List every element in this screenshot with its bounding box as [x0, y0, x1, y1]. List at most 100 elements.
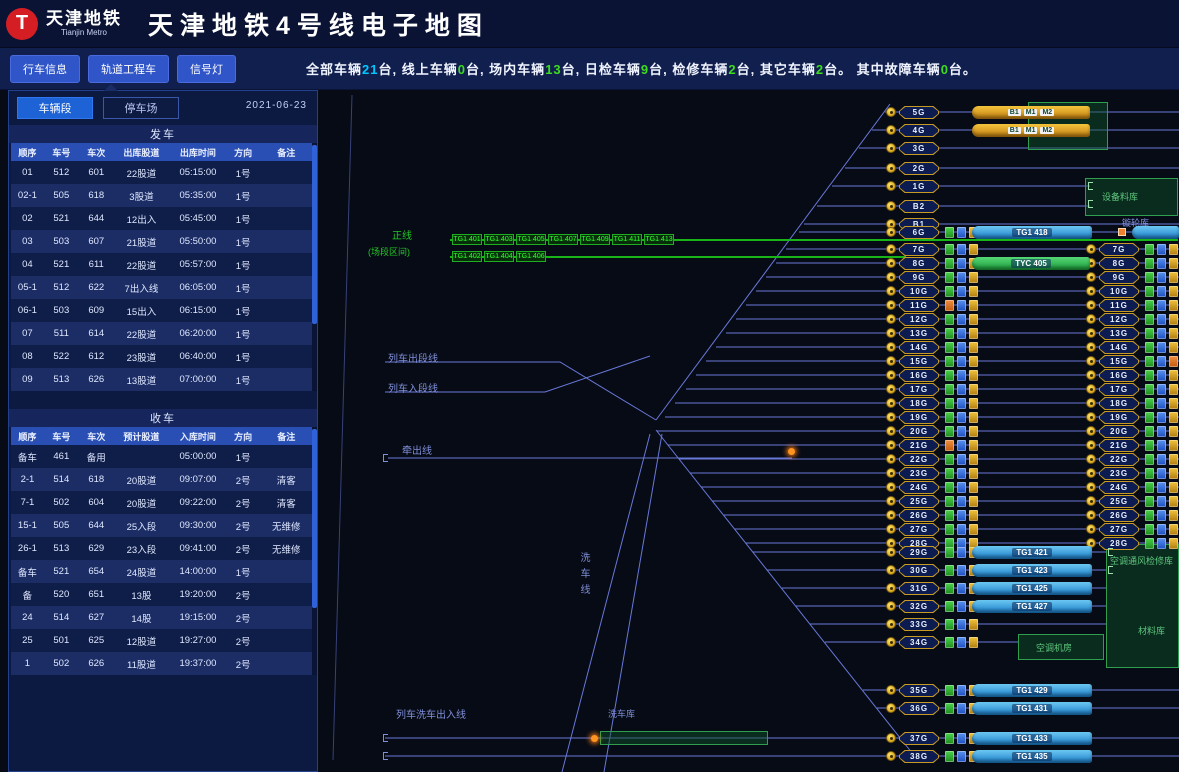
train[interactable]: TG1 429: [972, 684, 1092, 697]
track-badge[interactable]: 28G: [1099, 537, 1139, 550]
track-badge[interactable]: 37G: [899, 732, 939, 745]
train[interactable]: TG1 431: [972, 702, 1092, 715]
track-badge[interactable]: 33G: [899, 618, 939, 631]
table-row[interactable]: 0951362613股道07:00:001号: [11, 368, 313, 391]
track-badge[interactable]: 27G: [899, 523, 939, 536]
table-row[interactable]: 0350360721股道05:50:001号: [11, 230, 313, 253]
train[interactable]: TG1 425: [972, 582, 1092, 595]
track-badge[interactable]: 35G: [899, 684, 939, 697]
track-badge[interactable]: 38G: [899, 750, 939, 763]
track-badge[interactable]: 18G: [1099, 397, 1139, 410]
table-row[interactable]: 15-150564425入段09:30:002号无维修: [11, 514, 313, 537]
track-badge[interactable]: 22G: [1099, 453, 1139, 466]
table-row[interactable]: 0452161122股道05:57:001号: [11, 253, 313, 276]
track-badge[interactable]: 23G: [1099, 467, 1139, 480]
track-badge[interactable]: 11G: [899, 299, 939, 312]
train[interactable]: TG1 435: [972, 750, 1092, 763]
track-badge[interactable]: 12G: [1099, 313, 1139, 326]
table-row[interactable]: 备52065113股19:20:002号: [11, 583, 313, 606]
track-badge[interactable]: 10G: [899, 285, 939, 298]
track-badge[interactable]: 24G: [899, 481, 939, 494]
track-badge[interactable]: 32G: [899, 600, 939, 613]
train[interactable]: TG1 421: [972, 546, 1092, 559]
track-badge[interactable]: 8G: [899, 257, 939, 270]
track-badge[interactable]: 7G: [1099, 243, 1139, 256]
mainline-train-chip[interactable]: TG1 413: [644, 234, 674, 245]
track-badge[interactable]: 5G: [899, 106, 939, 119]
table-row[interactable]: 05-15126227出入线06:05:001号: [11, 276, 313, 299]
track-badge[interactable]: 13G: [1099, 327, 1139, 340]
table-row[interactable]: 2550162512股道19:27:002号: [11, 629, 313, 652]
track-badge[interactable]: 20G: [899, 425, 939, 438]
track-badge[interactable]: 12G: [899, 313, 939, 326]
mainline-train-chip[interactable]: TG1 403: [484, 234, 514, 245]
track-badge[interactable]: 16G: [1099, 369, 1139, 382]
table-row[interactable]: 06-150360915出入06:15:001号: [11, 299, 313, 322]
track-badge[interactable]: 25G: [1099, 495, 1139, 508]
train[interactable]: TYC 405: [972, 257, 1090, 270]
train[interactable]: TG1 433: [972, 732, 1092, 745]
track-badge[interactable]: 14G: [1099, 341, 1139, 354]
track-badge[interactable]: 29G: [899, 546, 939, 559]
track-badge[interactable]: 11G: [1099, 299, 1139, 312]
table-row[interactable]: 0751161422股道06:20:001号: [11, 322, 313, 345]
track-badge[interactable]: 20G: [1099, 425, 1139, 438]
track-badge[interactable]: 17G: [899, 383, 939, 396]
track-badge[interactable]: 36G: [899, 702, 939, 715]
table-row[interactable]: 备车52165424股道14:00:001号: [11, 560, 313, 583]
mainline-train-chip[interactable]: TG1 406: [516, 251, 546, 262]
mainline-train-chip[interactable]: TG1 401: [452, 234, 482, 245]
track-badge[interactable]: 1G: [899, 180, 939, 193]
depart-scrollbar[interactable]: [312, 143, 317, 391]
track-badge[interactable]: 9G: [1099, 271, 1139, 284]
table-row[interactable]: 150262611股道19:37:002号: [11, 652, 313, 675]
track-badge[interactable]: 31G: [899, 582, 939, 595]
track-badge[interactable]: 7G: [899, 243, 939, 256]
train[interactable]: TG1 418: [972, 226, 1092, 239]
track-badge[interactable]: 25G: [899, 495, 939, 508]
table-row[interactable]: 0852261223股道06:40:001号: [11, 345, 313, 368]
mainline-train-chip[interactable]: TG1 407: [548, 234, 578, 245]
track-badge[interactable]: 15G: [1099, 355, 1139, 368]
tab-depot[interactable]: 车辆段: [17, 97, 93, 119]
track-badge[interactable]: 16G: [899, 369, 939, 382]
table-row[interactable]: 2-151461820股道09:07:002号清客: [11, 468, 313, 491]
track-badge[interactable]: 6G: [899, 226, 939, 239]
engineering-train[interactable]: B1M1M2: [972, 124, 1090, 137]
track-badge[interactable]: 13G: [899, 327, 939, 340]
toolbar-button-0[interactable]: 行车信息: [10, 55, 80, 83]
mainline-train-chip[interactable]: TG1 409: [580, 234, 610, 245]
train[interactable]: TG1 427: [972, 600, 1092, 613]
track-badge[interactable]: 4G: [899, 124, 939, 137]
track-badge[interactable]: 19G: [899, 411, 939, 424]
table-row[interactable]: 7-150260420股道09:22:002号清客: [11, 491, 313, 514]
track-badge[interactable]: 26G: [899, 509, 939, 522]
track-badge[interactable]: 2G: [899, 162, 939, 175]
mainline-train-chip[interactable]: TG1 404: [484, 251, 514, 262]
track-badge[interactable]: 15G: [899, 355, 939, 368]
table-row[interactable]: 26-151362923入段09:41:002号无维修: [11, 537, 313, 560]
track-badge[interactable]: 21G: [899, 439, 939, 452]
track-badge[interactable]: 8G: [1099, 257, 1139, 270]
engineering-train[interactable]: B1M1M2: [972, 106, 1090, 119]
train[interactable]: [1132, 226, 1179, 239]
track-badge[interactable]: 24G: [1099, 481, 1139, 494]
table-row[interactable]: 0151260122股道05:15:001号: [11, 161, 313, 184]
track-badge[interactable]: 18G: [899, 397, 939, 410]
track-badge[interactable]: 23G: [899, 467, 939, 480]
mainline-train-chip[interactable]: TG1 405: [516, 234, 546, 245]
track-badge[interactable]: B2: [899, 200, 939, 213]
track-badge[interactable]: 10G: [1099, 285, 1139, 298]
train[interactable]: TG1 423: [972, 564, 1092, 577]
track-badge[interactable]: 34G: [899, 636, 939, 649]
track-badge[interactable]: 21G: [1099, 439, 1139, 452]
toolbar-button-2[interactable]: 信号灯: [177, 55, 236, 83]
track-badge[interactable]: 14G: [899, 341, 939, 354]
track-badge[interactable]: 30G: [899, 564, 939, 577]
track-badge[interactable]: 9G: [899, 271, 939, 284]
mainline-train-chip[interactable]: TG1 402: [452, 251, 482, 262]
toolbar-button-1[interactable]: 轨道工程车: [88, 55, 169, 83]
table-row[interactable]: 0252164412出入05:45:001号: [11, 207, 313, 230]
table-row[interactable]: 2451462714股19:15:002号: [11, 606, 313, 629]
track-badge[interactable]: 22G: [899, 453, 939, 466]
